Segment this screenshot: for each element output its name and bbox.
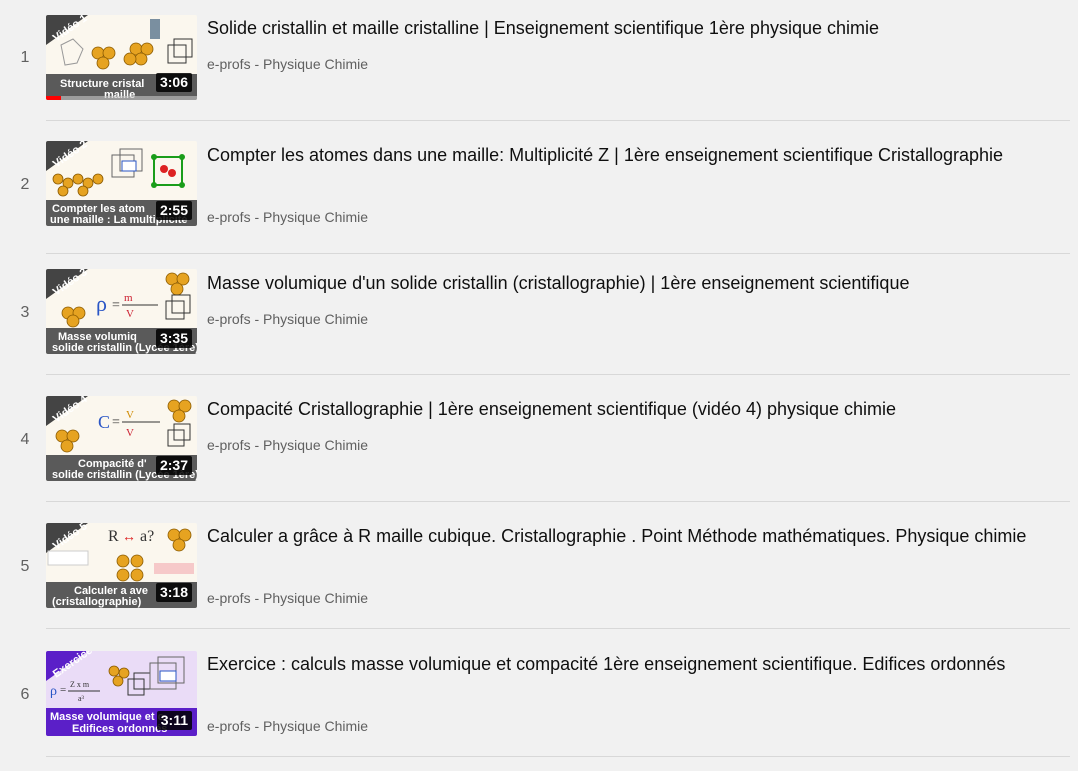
video-title[interactable]: Exercice : calculs masse volumique et co… bbox=[207, 650, 1067, 678]
playlist-item-1[interactable]: 1 Vidéo 1 Structure cristal maille 3:06 bbox=[0, 0, 1078, 127]
svg-text:V: V bbox=[126, 308, 134, 320]
thumb-caption: Edifices ordonnés bbox=[72, 723, 167, 735]
channel-name[interactable]: e-profs - Physique Chimie bbox=[207, 437, 368, 453]
svg-text:C: C bbox=[98, 412, 110, 432]
video-title[interactable]: Compter les atomes dans une maille: Mult… bbox=[207, 141, 1067, 169]
svg-text:a?: a? bbox=[140, 528, 154, 545]
duration-badge: 3:18 bbox=[155, 583, 192, 602]
divider bbox=[46, 756, 1070, 757]
thumb-caption: (cristallographie) bbox=[52, 596, 142, 608]
channel-name[interactable]: e-profs - Physique Chimie bbox=[207, 718, 368, 734]
video-title[interactable]: Masse volumique d'un solide cristallin (… bbox=[207, 269, 1067, 297]
playlist-item-3[interactable]: 3 Vidéo 3 ρ = m V Masse volumiq solide c… bbox=[0, 248, 1078, 375]
video-thumbnail[interactable]: Vidéo 5 R ↔ a? Calculer a ave (cristallo… bbox=[46, 523, 197, 608]
watch-progress bbox=[46, 96, 62, 100]
video-thumbnail[interactable]: Vidéo 4 C = V V Compacité d' solide cris… bbox=[46, 396, 197, 481]
svg-text:m: m bbox=[124, 292, 133, 304]
playlist-item-2[interactable]: 2 Vidéo 2 Compter les atom une maille : … bbox=[0, 127, 1078, 254]
svg-text:ρ: ρ bbox=[50, 684, 57, 699]
item-index: 2 bbox=[20, 176, 30, 193]
divider bbox=[46, 120, 1070, 121]
channel-name[interactable]: e-profs - Physique Chimie bbox=[207, 56, 368, 72]
playlist-item-6[interactable]: 6 Exercice ρ = Z x m a³ Masse volumique … bbox=[0, 630, 1078, 757]
video-thumbnail[interactable]: Exercice ρ = Z x m a³ Masse volumique et… bbox=[46, 651, 197, 736]
item-index: 4 bbox=[20, 431, 30, 448]
svg-text:=: = bbox=[112, 415, 120, 430]
playlist-item-5[interactable]: 5 Vidéo 5 R ↔ a? Calculer a ave (cristal… bbox=[0, 502, 1078, 629]
svg-text:ρ: ρ bbox=[96, 291, 107, 316]
video-thumbnail[interactable]: Vidéo 2 Compter les atom une maille : La… bbox=[46, 141, 197, 226]
channel-name[interactable]: e-profs - Physique Chimie bbox=[207, 209, 368, 225]
video-title[interactable]: Compacité Cristallographie | 1ère enseig… bbox=[207, 395, 1067, 423]
svg-text:a³: a³ bbox=[78, 694, 85, 703]
video-title[interactable]: Calculer a grâce à R maille cubique. Cri… bbox=[207, 522, 1067, 550]
divider bbox=[46, 628, 1070, 629]
duration-badge: 3:06 bbox=[155, 73, 192, 92]
svg-text:V: V bbox=[126, 427, 134, 439]
item-index: 6 bbox=[20, 686, 30, 703]
svg-text:R: R bbox=[108, 528, 119, 545]
playlist-item-4[interactable]: 4 Vidéo 4 C = V V Compacité d' solide cr… bbox=[0, 375, 1078, 502]
svg-text:Z x m: Z x m bbox=[70, 680, 90, 689]
svg-text:↔: ↔ bbox=[122, 528, 136, 544]
duration-badge: 2:37 bbox=[155, 456, 192, 475]
duration-badge: 3:35 bbox=[155, 329, 192, 348]
svg-text:V: V bbox=[126, 409, 134, 421]
duration-badge: 3:11 bbox=[156, 711, 192, 730]
video-thumbnail[interactable]: Vidéo 1 Structure cristal maille 3:06 bbox=[46, 15, 197, 100]
video-title[interactable]: Solide cristallin et maille cristalline … bbox=[207, 14, 1067, 42]
svg-text:=: = bbox=[112, 298, 120, 313]
watch-progress-track bbox=[46, 96, 197, 100]
item-index: 1 bbox=[20, 49, 30, 66]
duration-badge: 2:55 bbox=[155, 201, 192, 220]
channel-name[interactable]: e-profs - Physique Chimie bbox=[207, 311, 368, 327]
item-index: 3 bbox=[20, 304, 30, 321]
video-thumbnail[interactable]: Vidéo 3 ρ = m V Masse volumiq solide cri… bbox=[46, 269, 197, 354]
channel-name[interactable]: e-profs - Physique Chimie bbox=[207, 590, 368, 606]
thumb-caption: Masse volumique et c bbox=[50, 711, 164, 723]
svg-text:=: = bbox=[60, 684, 66, 696]
item-index: 5 bbox=[20, 558, 30, 575]
